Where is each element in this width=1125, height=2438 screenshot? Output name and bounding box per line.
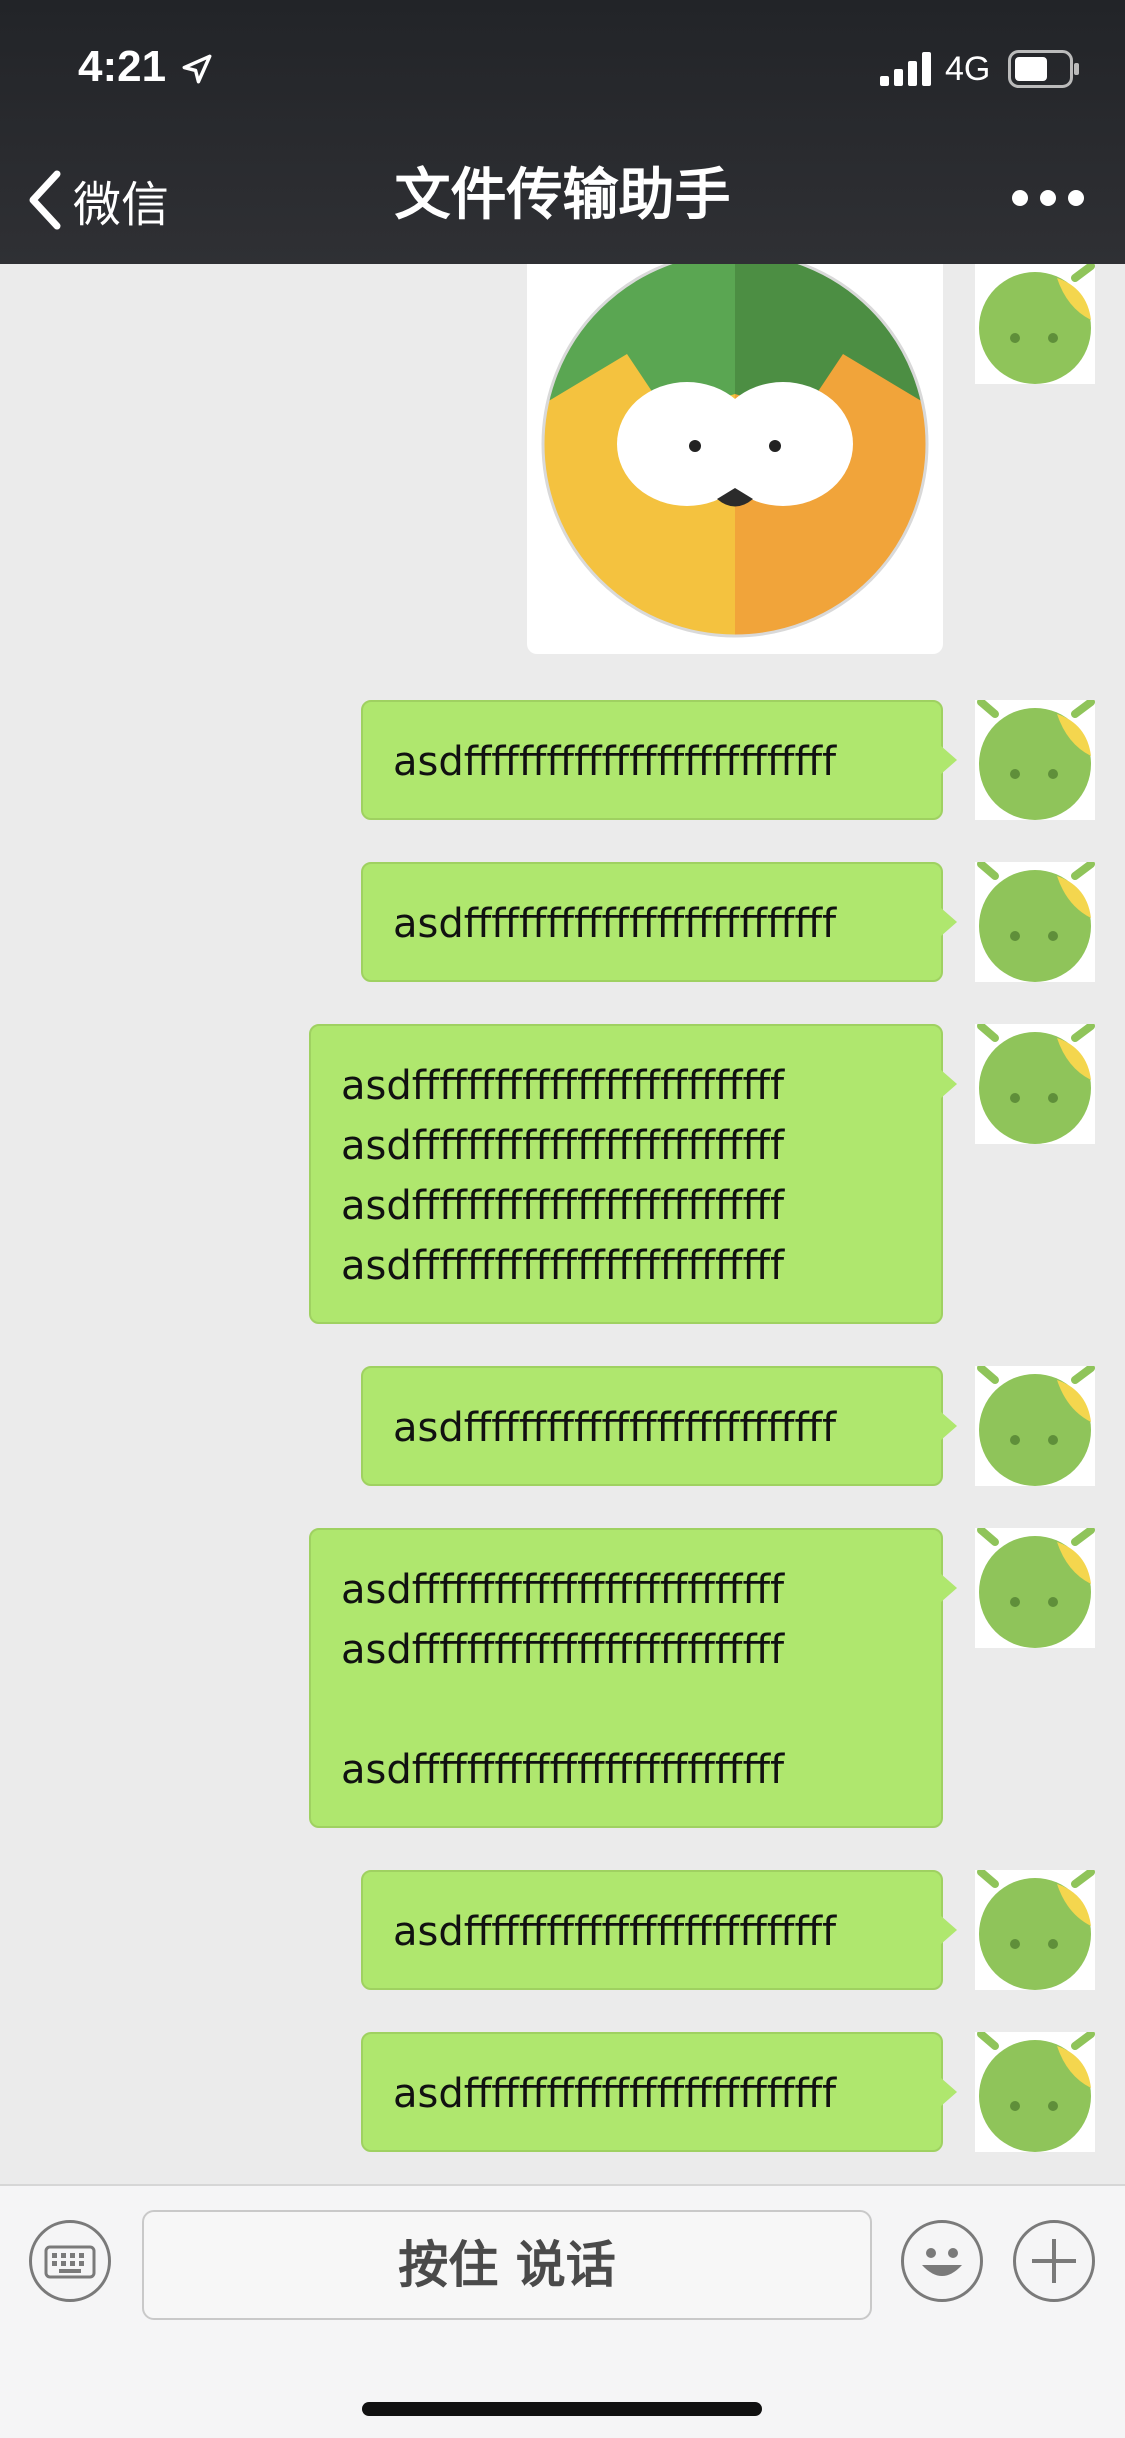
emoji-button[interactable] xyxy=(901,2220,983,2302)
chat-title: 文件传输助手 xyxy=(394,163,731,228)
user-avatar[interactable] xyxy=(975,700,1095,820)
location-arrow-icon xyxy=(182,54,212,84)
user-avatar[interactable] xyxy=(975,2032,1095,2152)
text-message[interactable]: asdfffffffffffffffffffffffffff xyxy=(361,1366,957,1486)
text-message[interactable]: asdfffffffffffffffffffffffffff asdffffff… xyxy=(309,1024,957,1324)
owl-avatar-icon xyxy=(541,264,929,638)
status-time: 4:21 xyxy=(78,42,167,91)
more-functions-button[interactable] xyxy=(1013,2220,1095,2302)
user-avatar[interactable] xyxy=(975,264,1095,384)
text-message[interactable]: asdfffffffffffffffffffffffffff xyxy=(361,1870,957,1990)
battery-icon xyxy=(1008,50,1079,88)
keyboard-toggle-button[interactable] xyxy=(29,2220,111,2302)
keyboard-icon xyxy=(44,2245,96,2279)
top-bar: 4:21 4G 微信 文件传输助手 xyxy=(0,0,1125,264)
text-message[interactable]: asdfffffffffffffffffffffffffff xyxy=(361,700,957,820)
home-indicator xyxy=(362,2402,762,2416)
user-avatar[interactable] xyxy=(975,1366,1095,1486)
user-avatar[interactable] xyxy=(975,862,1095,982)
network-type: 4G xyxy=(945,50,991,88)
user-avatar[interactable] xyxy=(975,1870,1095,1990)
plus-icon xyxy=(1032,2239,1076,2283)
text-message[interactable]: asdfffffffffffffffffffffffffff asdffffff… xyxy=(309,1528,957,1828)
hold-to-talk-button[interactable]: 按住 说话 xyxy=(142,2210,872,2320)
image-message[interactable] xyxy=(527,264,943,654)
user-avatar[interactable] xyxy=(975,1528,1095,1648)
text-message[interactable]: asdfffffffffffffffffffffffffff xyxy=(361,2032,957,2152)
emoji-icon xyxy=(922,2248,962,2276)
more-options-icon[interactable] xyxy=(1010,178,1086,218)
cellular-signal-icon xyxy=(880,52,931,86)
user-avatar[interactable] xyxy=(975,1024,1095,1144)
text-message[interactable]: asdfffffffffffffffffffffffffff xyxy=(361,862,957,982)
input-bar: 按住 说话 xyxy=(0,2184,1125,2438)
chat-area[interactable]: asdfffffffffffffffffffffffffff asdffffff… xyxy=(0,264,1125,2184)
